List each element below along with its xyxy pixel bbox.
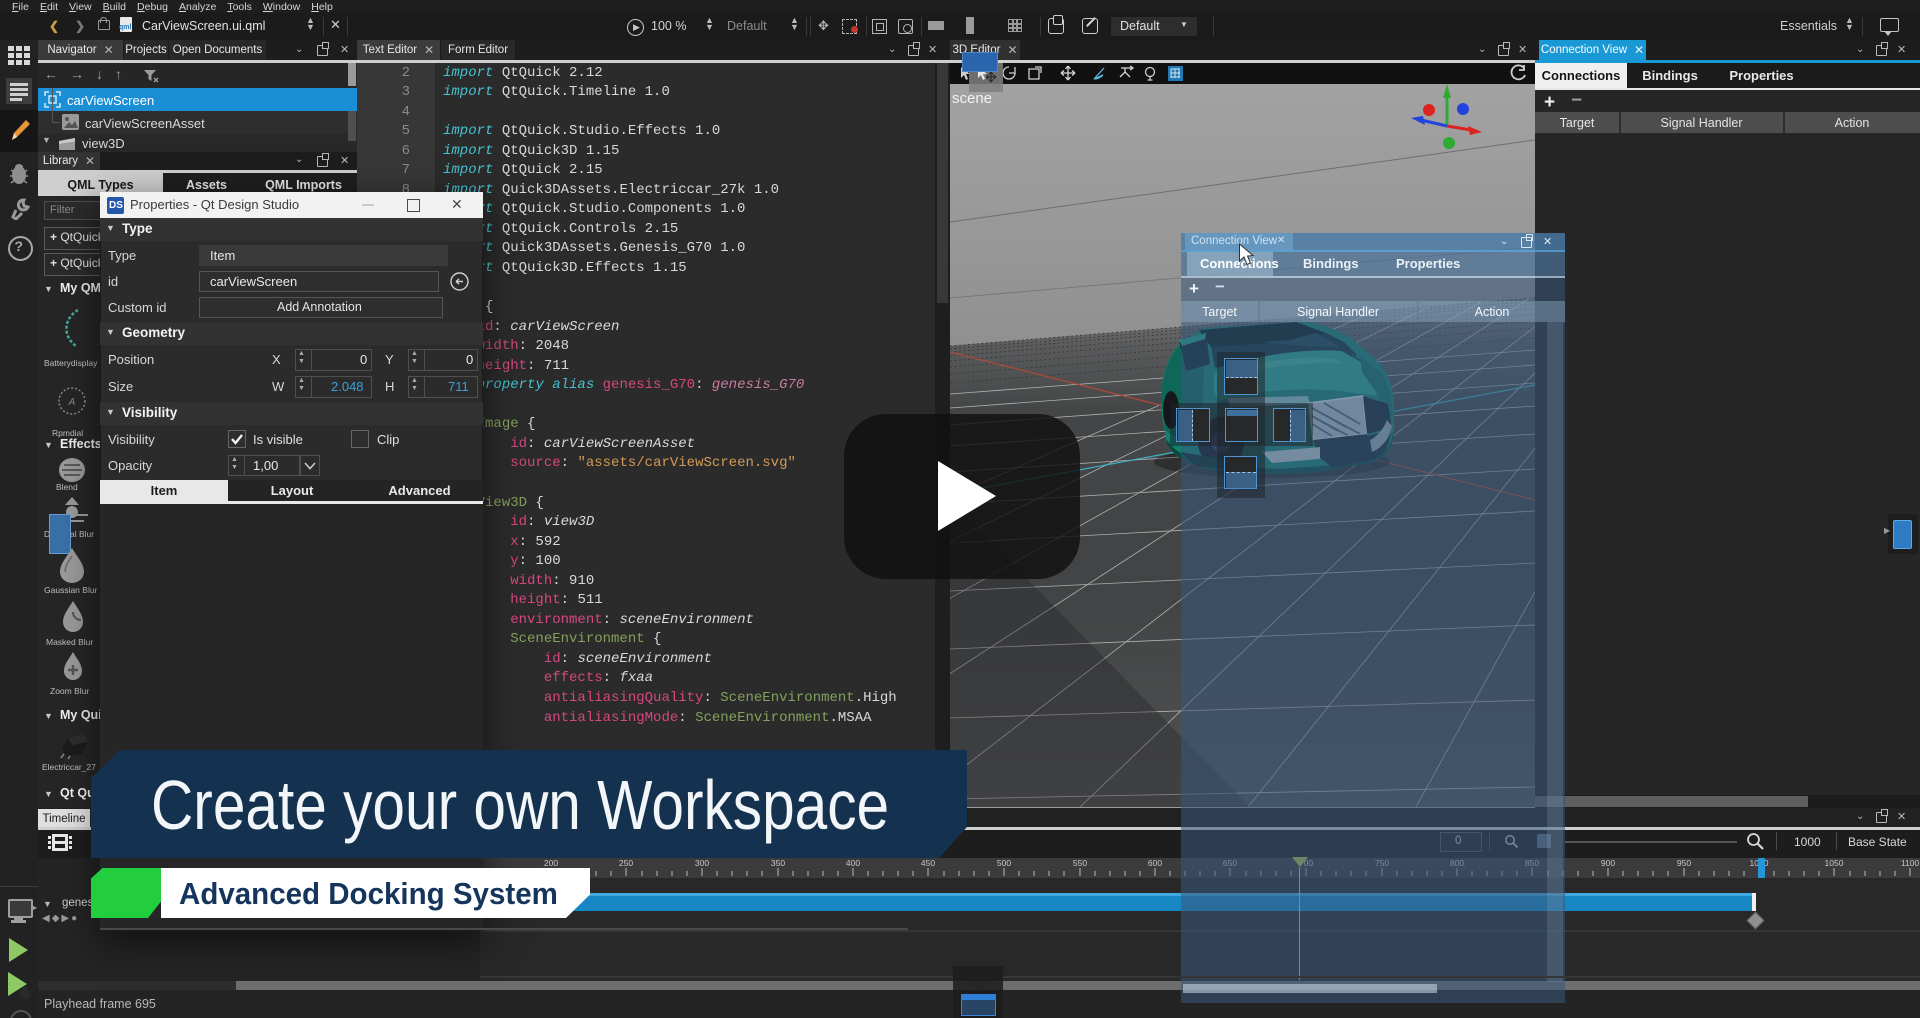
svg-text:600: 600: [1148, 858, 1162, 868]
svg-text:300: 300: [695, 858, 709, 868]
svg-text:900: 900: [1601, 858, 1615, 868]
svg-text:550: 550: [1073, 858, 1087, 868]
svg-text:A: A: [68, 397, 76, 408]
svg-text:1050: 1050: [1825, 858, 1844, 868]
svg-text:350: 350: [771, 858, 785, 868]
svg-text:400: 400: [846, 858, 860, 868]
svg-text:1100: 1100: [1901, 858, 1920, 868]
svg-text:450: 450: [921, 858, 935, 868]
svg-text:500: 500: [997, 858, 1011, 868]
svg-text:950: 950: [1677, 858, 1691, 868]
svg-text:200: 200: [544, 858, 558, 868]
svg-text:250: 250: [619, 858, 633, 868]
